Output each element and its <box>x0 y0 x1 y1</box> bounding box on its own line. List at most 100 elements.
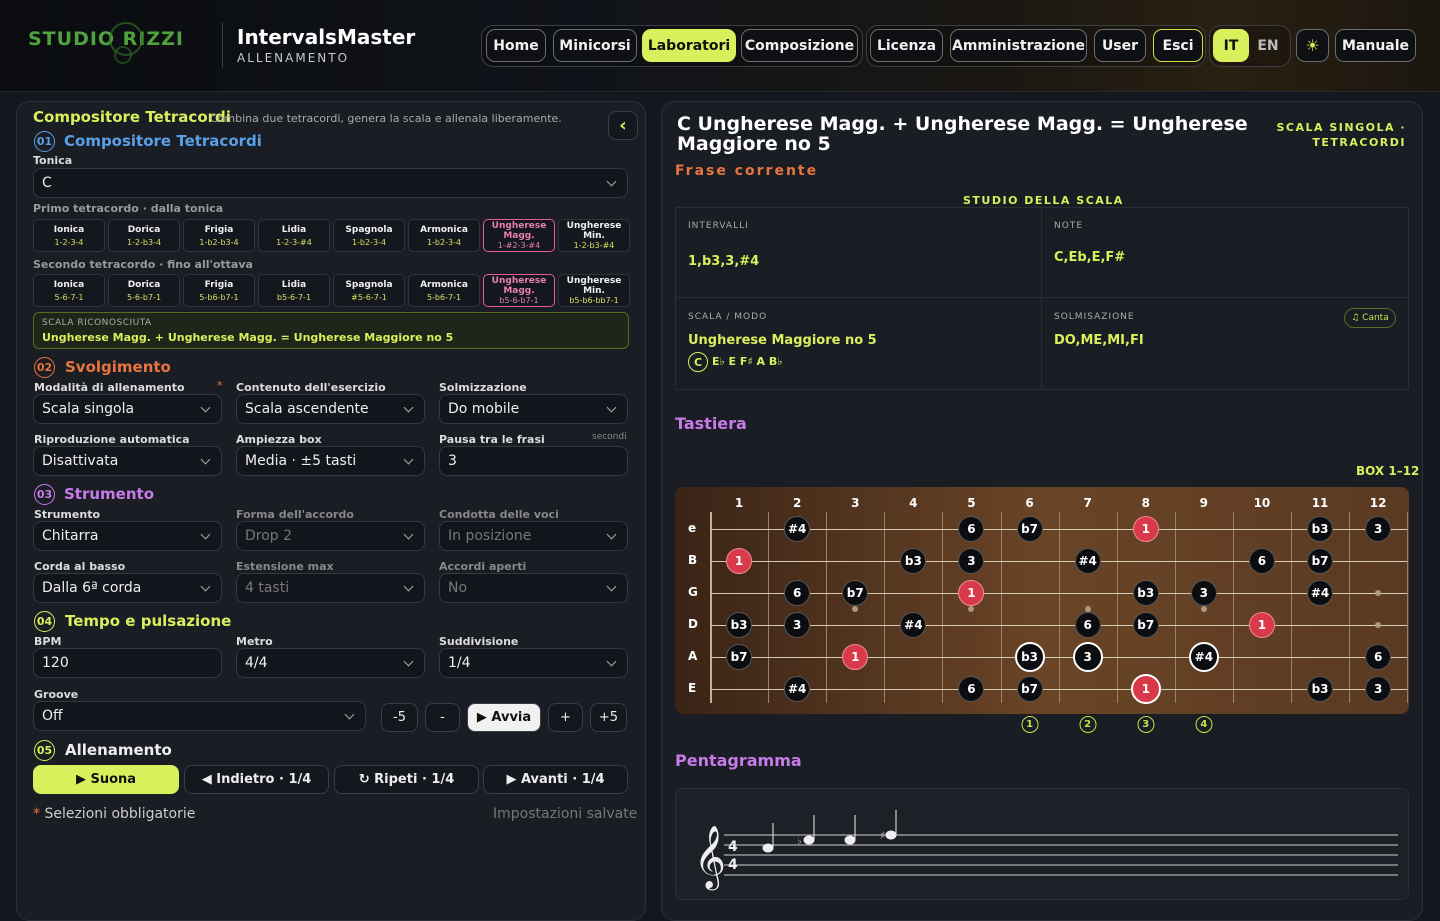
content-select[interactable]: Scala ascendente <box>236 394 425 424</box>
bass-select[interactable]: Dalla 6ª corda <box>33 573 222 603</box>
bpm-minus5-button[interactable]: -5 <box>381 703 418 732</box>
tetra-option-ungherese-min-[interactable]: Ungherese Min. b5-b6-bb7-1 <box>558 274 630 307</box>
bpm-plus5-button[interactable]: +5 <box>590 703 627 732</box>
fret-note[interactable]: b7 <box>842 580 869 606</box>
fret-note[interactable]: b3 <box>1307 516 1334 542</box>
groove-label: Groove <box>34 688 79 701</box>
fret-note[interactable]: 3 <box>1365 676 1392 702</box>
tetra-option-armonica[interactable]: Armonica 5-b6-7-1 <box>408 274 480 307</box>
bpm-minus1-button[interactable]: - <box>425 703 460 732</box>
tetra-option-spagnola[interactable]: Spagnola 1-b2-3-4 <box>333 219 405 252</box>
theme-toggle-icon[interactable]: ☀ <box>1296 29 1329 62</box>
tetra-option-spagnola[interactable]: Spagnola #5-6-7-1 <box>333 274 405 307</box>
nav-esci[interactable]: Esci <box>1153 29 1203 62</box>
collapse-button[interactable]: ‹ <box>608 111 638 140</box>
tetra-option-frigia[interactable]: Frigia 5-b6-b7-1 <box>183 274 255 307</box>
fret-note[interactable]: 1 <box>842 644 869 670</box>
nav-user[interactable]: User <box>1094 29 1146 62</box>
fret-note[interactable]: #4 <box>900 612 927 638</box>
fret-note[interactable]: 3 <box>1072 642 1103 672</box>
fret-note[interactable]: b3 <box>726 612 753 638</box>
fret-note[interactable]: b7 <box>1016 516 1043 542</box>
fret-note[interactable]: 3 <box>1365 516 1392 542</box>
mode-select[interactable]: Scala singola <box>33 394 222 424</box>
sing-button[interactable]: ♫ Canta <box>1344 308 1396 328</box>
tetra-option-armonica[interactable]: Armonica 1-b2-3-4 <box>408 219 480 252</box>
tetra-name: Frigia <box>204 225 234 235</box>
tetra-option-lidia[interactable]: Lidia 1-2-3-#4 <box>258 219 330 252</box>
nav-licenza[interactable]: Licenza <box>870 29 943 62</box>
fret-note[interactable]: b7 <box>1016 676 1043 702</box>
fret-note[interactable]: 6 <box>958 676 985 702</box>
fret-note[interactable]: 1 <box>958 580 985 606</box>
forward-button[interactable]: ▶ Avanti · 1/4 <box>483 765 628 794</box>
fret-note[interactable]: b7 <box>1132 612 1159 638</box>
bpm-input[interactable]: 120 <box>33 648 222 678</box>
tetra-option-frigia[interactable]: Frigia 1-b2-b3-4 <box>183 219 255 252</box>
studio-rizzi-logo[interactable]: STUDIO RIZZI <box>28 22 184 64</box>
fret-note[interactable]: b3 <box>1014 642 1045 672</box>
lang-it[interactable]: IT <box>1213 29 1249 62</box>
back-button[interactable]: ◀ Indietro · 1/4 <box>184 765 329 794</box>
fret-note[interactable]: 1 <box>1130 674 1161 704</box>
bpm-plus1-button[interactable]: + <box>548 703 583 732</box>
fret-note[interactable]: 3 <box>784 612 811 638</box>
fret-note[interactable]: #4 <box>784 676 811 702</box>
play-button[interactable]: ▶ Suona <box>33 765 179 794</box>
fret-note[interactable]: 1 <box>726 548 753 574</box>
tetra-name: Dorica <box>127 225 161 235</box>
tonic-select[interactable]: C <box>33 168 628 198</box>
subdivision-select[interactable]: 1/4 <box>439 648 628 678</box>
fret-note[interactable]: b7 <box>726 644 753 670</box>
fret-note[interactable]: b3 <box>1307 676 1334 702</box>
tetra-option-ionica[interactable]: Ionica 1-2-3-4 <box>33 219 105 252</box>
lang-en[interactable]: EN <box>1250 29 1286 62</box>
tetra-option-dorica[interactable]: Dorica 5-6-b7-1 <box>108 274 180 307</box>
nav-manuale[interactable]: Manuale <box>1335 29 1416 62</box>
fret-note[interactable]: #4 <box>1188 642 1219 672</box>
fret-note[interactable]: 3 <box>958 548 985 574</box>
tetra-steps: 1-2-3-#4 <box>276 238 312 247</box>
metronome-start-button[interactable]: ▶ Avvia <box>467 703 541 732</box>
fret-note[interactable]: b3 <box>1132 580 1159 606</box>
fret-note[interactable]: 1 <box>1132 516 1159 542</box>
nav-laboratori[interactable]: Laboratori <box>642 29 736 62</box>
open-select[interactable]: No <box>439 573 628 603</box>
solm-select[interactable]: Do mobile <box>439 394 628 424</box>
repeat-button[interactable]: ↻ Ripeti · 1/4 <box>334 765 479 794</box>
tetra-option-lidia[interactable]: Lidia b5-6-7-1 <box>258 274 330 307</box>
fret-note[interactable]: 6 <box>1365 644 1392 670</box>
fret-note[interactable]: #4 <box>1307 580 1334 606</box>
ext-select[interactable]: 4 tasti <box>236 573 425 603</box>
solm-cell-label: SOLMISAZIONE <box>1054 312 1135 322</box>
groove-select[interactable]: Off <box>33 701 366 731</box>
voice-select[interactable]: In posizione <box>439 521 628 551</box>
app-header: STUDIO RIZZI IntervalsMaster ALLENAMENTO… <box>0 0 1440 92</box>
content-label: Contenuto dell'esercizio <box>236 381 386 394</box>
fret-note[interactable]: #4 <box>1074 548 1101 574</box>
nav-home[interactable]: Home <box>486 29 546 62</box>
tetra-option-ungherese-magg-[interactable]: Ungherese Magg. b5-6-b7-1 <box>483 274 555 307</box>
box-select[interactable]: Media · ±5 tasti <box>236 446 425 476</box>
metro-select[interactable]: 4/4 <box>236 648 425 678</box>
tetra-option-ionica[interactable]: Ionica 5-6-7-1 <box>33 274 105 307</box>
pause-input[interactable]: 3 <box>439 446 628 476</box>
fret-note[interactable]: 6 <box>784 580 811 606</box>
fret-note[interactable]: b7 <box>1307 548 1334 574</box>
nav-amministrazione[interactable]: Amministrazione <box>950 29 1087 62</box>
fret-note[interactable]: 3 <box>1190 580 1217 606</box>
nav-minicorsi[interactable]: Minicorsi <box>553 29 637 62</box>
tetra-option-ungherese-magg-[interactable]: Ungherese Magg. 1-#2-3-#4 <box>483 219 555 252</box>
fret-note[interactable]: b3 <box>900 548 927 574</box>
fret-note[interactable]: 1 <box>1248 612 1275 638</box>
fret-note[interactable]: 6 <box>1248 548 1275 574</box>
tetra-option-dorica[interactable]: Dorica 1-2-b3-4 <box>108 219 180 252</box>
fret-note[interactable]: #4 <box>784 516 811 542</box>
fret-note[interactable]: 6 <box>958 516 985 542</box>
shape-select[interactable]: Drop 2 <box>236 521 425 551</box>
nav-composizione[interactable]: Composizione <box>741 29 858 62</box>
tetra-option-ungherese-min-[interactable]: Ungherese Min. 1-2-b3-#4 <box>558 219 630 252</box>
fret-note[interactable]: 6 <box>1074 612 1101 638</box>
auto-select[interactable]: Disattivata <box>33 446 222 476</box>
instrument-select[interactable]: Chitarra <box>33 521 222 551</box>
